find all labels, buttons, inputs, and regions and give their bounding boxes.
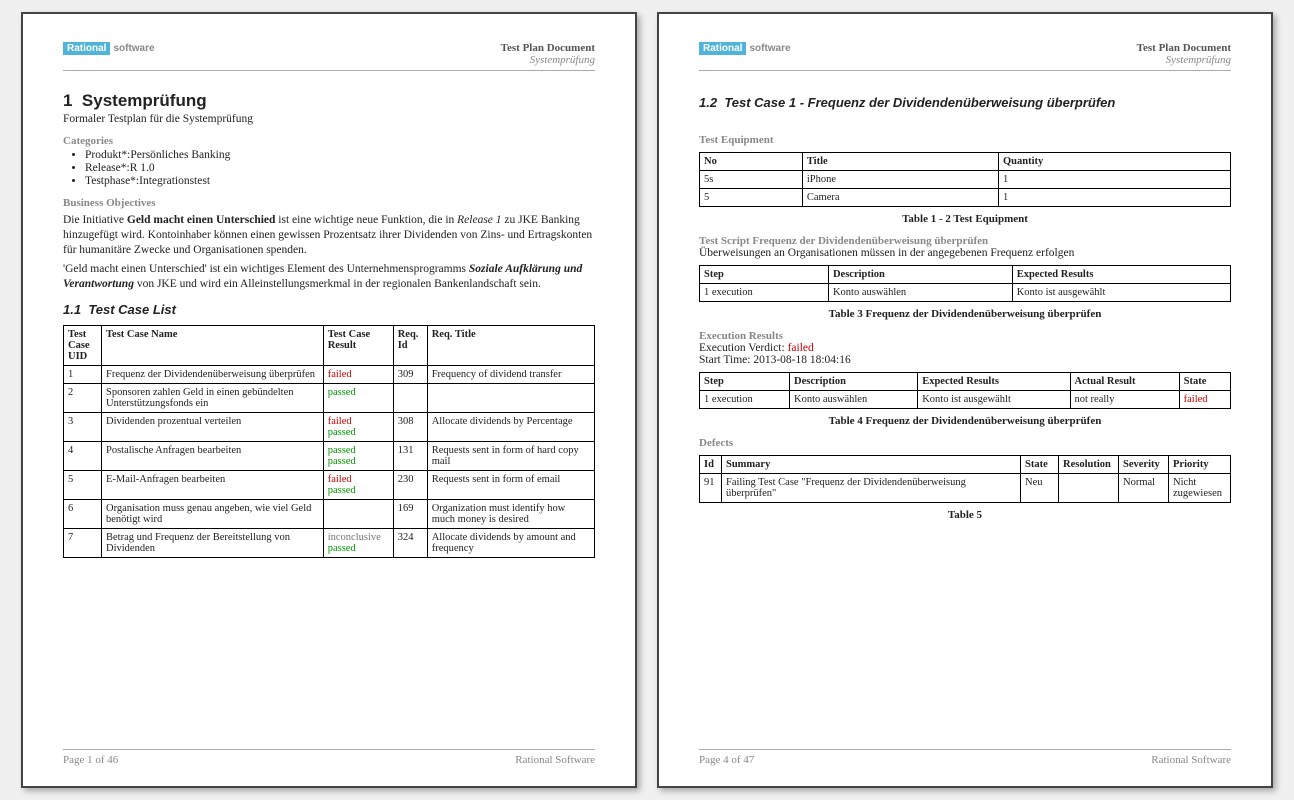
- table-row: 3Dividenden prozentual verteilenfailedpa…: [64, 412, 595, 441]
- table-row: 91Failing Test Case "Frequenz der Divide…: [700, 474, 1231, 503]
- column-header: Test Case Name: [102, 325, 324, 365]
- column-header: Req. Id: [393, 325, 427, 365]
- column-header: Expected Results: [918, 373, 1070, 391]
- header-right: Test Plan Document Systemprüfung: [501, 42, 595, 66]
- execution-results-label: Execution Results: [699, 330, 1231, 342]
- rational-logo: Rational software: [699, 42, 791, 55]
- table-row: 2Sponsoren zahlen Geld in einen gebündel…: [64, 383, 595, 412]
- execution-verdict: Execution Verdict: failed: [699, 342, 1231, 354]
- footer-page-num: Page 1 of 46: [63, 754, 118, 766]
- page-footer: Page 4 of 47 Rational Software: [699, 749, 1231, 766]
- column-header: Test Case Result: [323, 325, 393, 365]
- category-item: Release*:R 1.0: [85, 162, 595, 174]
- table-caption: Table 1 - 2 Test Equipment: [699, 213, 1231, 225]
- page-body: 1.2 Test Case 1 - Frequenz der Dividende…: [699, 85, 1231, 749]
- logo-brand: Rational: [63, 42, 110, 55]
- column-header: Title: [802, 153, 998, 171]
- table-row: 5Camera1: [700, 189, 1231, 207]
- table-row: 5siPhone1: [700, 171, 1231, 189]
- section-num: 1: [63, 91, 72, 110]
- table-row: 5E-Mail-Anfragen bearbeitenfailedpassed2…: [64, 470, 595, 499]
- test-case-list-table: Test Case UIDTest Case NameTest Case Res…: [63, 325, 595, 558]
- document-page-2: Rational software Test Plan Document Sys…: [657, 12, 1273, 788]
- column-header: Resolution: [1059, 456, 1119, 474]
- column-header: Step: [700, 266, 829, 284]
- table-header-row: Test Case UIDTest Case NameTest Case Res…: [64, 325, 595, 365]
- section-subtitle: Formaler Testplan für die Systemprüfung: [63, 113, 595, 125]
- column-header: Id: [700, 456, 722, 474]
- column-header: Description: [828, 266, 1012, 284]
- categories-label: Categories: [63, 135, 595, 147]
- column-header: Description: [790, 373, 918, 391]
- table-row: 1Frequenz der Dividendenüberweisung über…: [64, 365, 595, 383]
- column-header: Expected Results: [1012, 266, 1230, 284]
- bo-paragraph-1: Die Initiative Geld macht einen Untersch…: [63, 213, 595, 258]
- test-equipment-table: NoTitleQuantity 5siPhone15Camera1: [699, 152, 1231, 207]
- footer-company: Rational Software: [1151, 754, 1231, 766]
- business-objectives-label: Business Objectives: [63, 197, 595, 209]
- rational-logo: Rational software: [63, 42, 155, 55]
- column-header: Actual Result: [1070, 373, 1179, 391]
- page-header: Rational software Test Plan Document Sys…: [699, 42, 1231, 71]
- table-caption: Table 3 Frequenz der Dividendenüberweisu…: [699, 308, 1231, 320]
- column-header: State: [1179, 373, 1230, 391]
- table-header-row: NoTitleQuantity: [700, 153, 1231, 171]
- execution-start-time: Start Time: 2013-08-18 18:04:16: [699, 354, 1231, 366]
- table-row: 7Betrag und Frequenz der Bereitstellung …: [64, 528, 595, 557]
- categories-list: Produkt*:Persönliches BankingRelease*:R …: [85, 149, 595, 187]
- footer-page-num: Page 4 of 47: [699, 754, 754, 766]
- table-row: 6Organisation muss genau angeben, wie vi…: [64, 499, 595, 528]
- table-header-row: StepDescriptionExpected Results: [700, 266, 1231, 284]
- logo-suffix: software: [113, 43, 154, 54]
- defects-table: IdSummaryStateResolutionSeverityPriority…: [699, 455, 1231, 503]
- logo-brand: Rational: [699, 42, 746, 55]
- table-row: 1 executionKonto auswählenKonto ist ausg…: [700, 284, 1231, 302]
- test-script-label: Test Script Frequenz der Dividendenüberw…: [699, 235, 1231, 247]
- document-page-1: Rational software Test Plan Document Sys…: [21, 12, 637, 788]
- section-1-heading: 1 Systemprüfung: [63, 91, 595, 111]
- table-caption: Table 5: [699, 509, 1231, 521]
- column-header: Priority: [1169, 456, 1231, 474]
- bo-paragraph-2: 'Geld macht einen Unterschied' ist ein w…: [63, 262, 595, 292]
- test-script-table: StepDescriptionExpected Results 1 execut…: [699, 265, 1231, 302]
- column-header: No: [700, 153, 803, 171]
- column-header: Quantity: [999, 153, 1231, 171]
- defects-label: Defects: [699, 437, 1231, 449]
- column-header: Severity: [1119, 456, 1169, 474]
- page-footer: Page 1 of 46 Rational Software: [63, 749, 595, 766]
- column-header: Summary: [722, 456, 1021, 474]
- table-header-row: IdSummaryStateResolutionSeverityPriority: [700, 456, 1231, 474]
- logo-suffix: software: [749, 43, 790, 54]
- category-item: Produkt*:Persönliches Banking: [85, 149, 595, 161]
- doc-subtitle: Systemprüfung: [501, 54, 595, 66]
- table-row: 4Postalische Anfragen bearbeitenpassedpa…: [64, 441, 595, 470]
- table-caption: Table 4 Frequenz der Dividendenüberweisu…: [699, 415, 1231, 427]
- execution-results-table: StepDescriptionExpected ResultsActual Re…: [699, 372, 1231, 409]
- page-body: 1 Systemprüfung Formaler Testplan für di…: [63, 85, 595, 749]
- column-header: Test Case UID: [64, 325, 102, 365]
- section-1-1-heading: 1.1 Test Case List: [63, 302, 595, 317]
- test-equipment-label: Test Equipment: [699, 134, 1231, 146]
- table-header-row: StepDescriptionExpected ResultsActual Re…: [700, 373, 1231, 391]
- footer-company: Rational Software: [515, 754, 595, 766]
- test-script-desc: Überweisungen an Organisationen müssen i…: [699, 247, 1231, 259]
- column-header: Req. Title: [427, 325, 594, 365]
- section-title: Systemprüfung: [82, 91, 207, 110]
- doc-title: Test Plan Document: [1137, 42, 1231, 54]
- doc-subtitle: Systemprüfung: [1137, 54, 1231, 66]
- category-item: Testphase*:Integrationstest: [85, 175, 595, 187]
- doc-title: Test Plan Document: [501, 42, 595, 54]
- section-1-2-heading: 1.2 Test Case 1 - Frequenz der Dividende…: [699, 95, 1231, 110]
- table-row: 1 executionKonto auswählenKonto ist ausg…: [700, 391, 1231, 409]
- column-header: State: [1021, 456, 1059, 474]
- header-right: Test Plan Document Systemprüfung: [1137, 42, 1231, 66]
- page-header: Rational software Test Plan Document Sys…: [63, 42, 595, 71]
- column-header: Step: [700, 373, 790, 391]
